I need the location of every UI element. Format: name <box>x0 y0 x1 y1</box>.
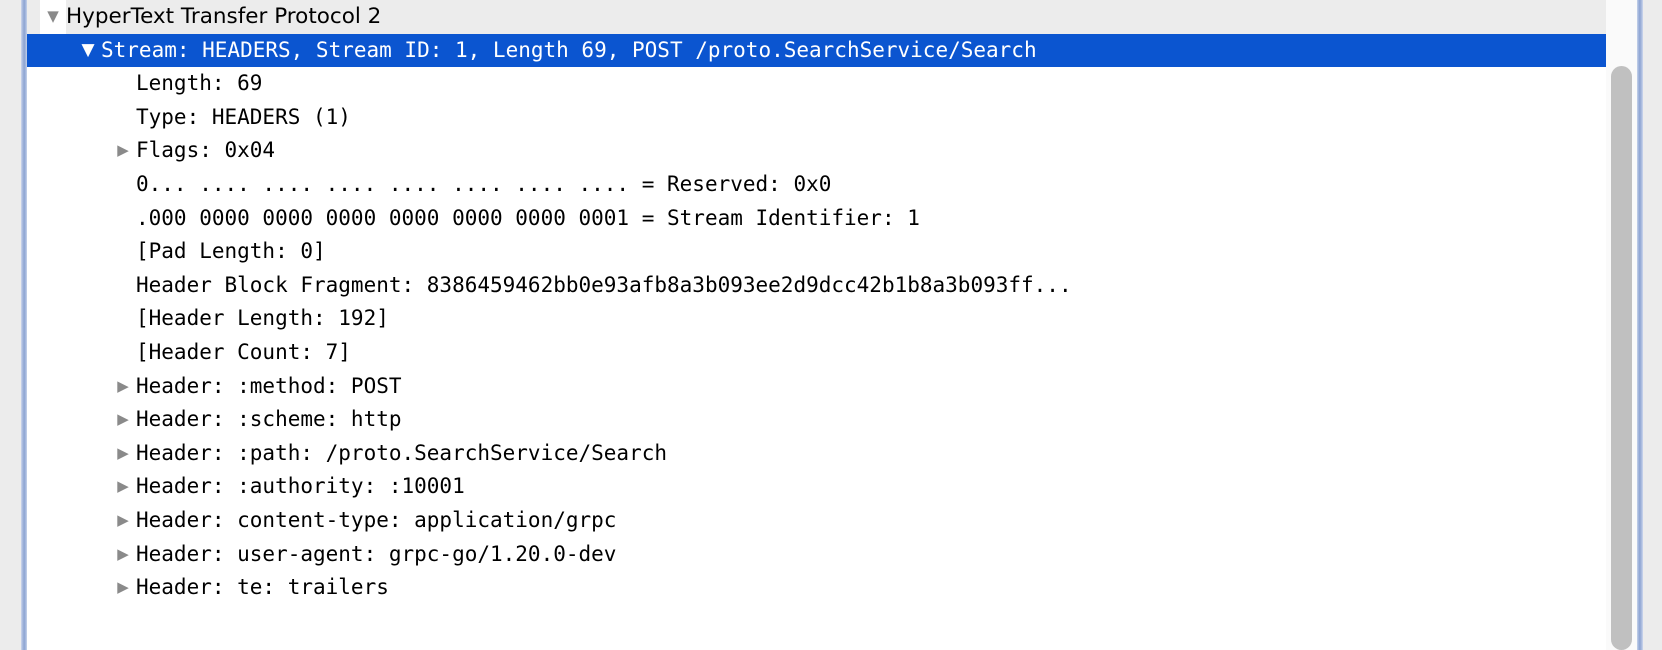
protocol-tree[interactable]: ▼ HyperText Transfer Protocol 2 ▼ Stream: … <box>27 0 1606 650</box>
chevron-right-icon[interactable]: ▶ <box>110 470 136 504</box>
chevron-right-icon[interactable]: ▶ <box>110 504 136 538</box>
vertical-scrollbar[interactable] <box>1606 0 1637 650</box>
window-left-gutter <box>0 0 21 650</box>
tree-item-label: .000 0000 0000 0000 0000 0000 0000 0001 … <box>136 205 920 230</box>
tree-item-label: [Header Length: 192] <box>136 306 389 331</box>
tree-item-header-path[interactable]: ▶ Header: :path: /proto.SearchService/Sea… <box>27 437 1606 471</box>
tree-item-header-authority[interactable]: ▶ Header: :authority: :10001 <box>27 470 1606 504</box>
tree-item-header-count[interactable]: [Header Count: 7] <box>27 336 1606 370</box>
tree-item-stream-headers-selected[interactable]: ▼ Stream: HEADERS, Stream ID: 1, Length 6… <box>27 33 1606 68</box>
tree-item-header-content-type[interactable]: ▶ Header: content-type: application/grpc <box>27 504 1606 538</box>
window-right-gutter <box>1643 0 1662 650</box>
tree-item-label: [Header Count: 7] <box>136 339 351 364</box>
tree-item-label: Header: content-type: application/grpc <box>136 507 617 532</box>
chevron-down-icon[interactable]: ▼ <box>40 0 66 34</box>
chevron-right-icon[interactable]: ▶ <box>110 571 136 605</box>
tree-item-label: Header: :method: POST <box>136 373 402 398</box>
packet-details-pane: ▼ HyperText Transfer Protocol 2 ▼ Stream: … <box>0 0 1662 650</box>
tree-item-http2-root[interactable]: ▼ HyperText Transfer Protocol 2 <box>27 0 1606 34</box>
tree-item-label: Stream: HEADERS, Stream ID: 1, Length 69… <box>101 37 1037 62</box>
chevron-right-icon[interactable]: ▶ <box>110 403 136 437</box>
chevron-right-icon[interactable]: ▶ <box>110 437 136 471</box>
tree-item-flags[interactable]: ▶ Flags: 0x04 <box>27 134 1606 168</box>
chevron-right-icon[interactable]: ▶ <box>110 370 136 404</box>
tree-item-label: Header: te: trailers <box>136 575 389 600</box>
tree-item-label: Header Block Fragment: 8386459462bb0e93a… <box>136 272 1072 297</box>
tree-item-header-block-fragment[interactable]: Header Block Fragment: 8386459462bb0e93a… <box>27 269 1606 303</box>
tree-item-length[interactable]: Length: 69 <box>27 67 1606 101</box>
tree-item-label: Type: HEADERS (1) <box>136 104 351 129</box>
tree-item-type[interactable]: Type: HEADERS (1) <box>27 101 1606 135</box>
tree-item-pad-length[interactable]: [Pad Length: 0] <box>27 235 1606 269</box>
tree-item-header-method[interactable]: ▶ Header: :method: POST <box>27 370 1606 404</box>
tree-item-label: Flags: 0x04 <box>136 138 276 163</box>
tree-item-stream-identifier-bits[interactable]: .000 0000 0000 0000 0000 0000 0000 0001 … <box>27 202 1606 236</box>
tree-item-label: Header: :path: /proto.SearchService/Sear… <box>136 440 668 465</box>
scrollbar-thumb[interactable] <box>1611 66 1632 650</box>
tree-item-reserved-bits[interactable]: 0... .... .... .... .... .... .... .... … <box>27 168 1606 202</box>
tree-item-header-length[interactable]: [Header Length: 192] <box>27 302 1606 336</box>
tree-item-header-user-agent[interactable]: ▶ Header: user-agent: grpc-go/1.20.0-dev <box>27 538 1606 572</box>
tree-item-label: Length: 69 <box>136 71 263 96</box>
chevron-down-icon[interactable]: ▼ <box>75 34 101 68</box>
tree-item-header-scheme[interactable]: ▶ Header: :scheme: http <box>27 403 1606 437</box>
tree-item-label: Header: :scheme: http <box>136 407 402 432</box>
tree-item-label: Header: user-agent: grpc-go/1.20.0-dev <box>136 541 617 566</box>
chevron-right-icon[interactable]: ▶ <box>110 134 136 168</box>
tree-item-header-te[interactable]: ▶ Header: te: trailers <box>27 571 1606 605</box>
tree-item-label: HyperText Transfer Protocol 2 <box>66 4 382 29</box>
tree-item-label: Header: :authority: :10001 <box>136 474 465 499</box>
chevron-right-icon[interactable]: ▶ <box>110 538 136 572</box>
tree-item-label: [Pad Length: 0] <box>136 239 326 264</box>
tree-item-label: 0... .... .... .... .... .... .... .... … <box>136 171 832 196</box>
